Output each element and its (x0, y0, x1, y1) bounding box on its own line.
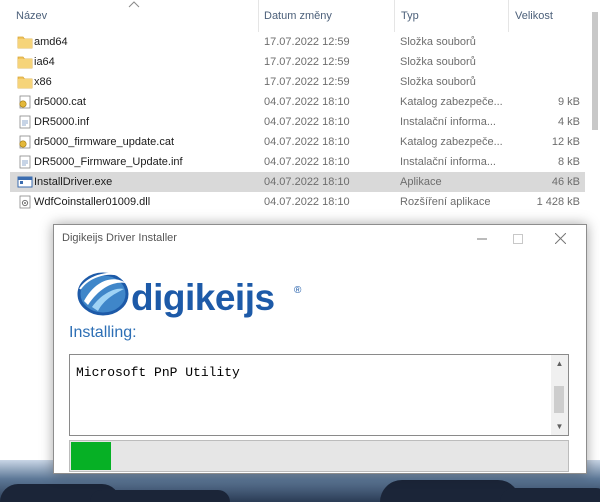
file-row[interactable]: DR5000_Firmware_Update.inf 04.07.2022 18:… (10, 152, 585, 172)
maximize-button[interactable] (500, 225, 536, 252)
column-divider (258, 0, 259, 32)
scroll-up-arrow-icon[interactable]: ▲ (551, 355, 568, 372)
file-name: DR5000_Firmware_Update.inf (34, 156, 183, 168)
file-row[interactable]: amd64 17.07.2022 12:59 Složka souborů (10, 32, 585, 52)
folder-icon (17, 35, 33, 49)
registered-mark: ® (294, 285, 302, 296)
file-type: Instalační informa... (400, 116, 496, 128)
installer-window: Digikeijs Driver Installer digikeijs ® I… (53, 224, 587, 474)
column-date[interactable]: Datum změny (264, 10, 332, 22)
file-size: 9 kB (557, 96, 580, 108)
sort-ascending-icon (128, 1, 140, 8)
column-divider (394, 0, 395, 32)
installing-label: Installing: (69, 324, 137, 341)
progress-fill (71, 442, 111, 470)
file-size: 1 428 kB (536, 196, 580, 208)
file-date: 17.07.2022 12:59 (264, 76, 350, 88)
scrollbar-thumb[interactable] (592, 12, 598, 130)
file-size: 46 kB (551, 176, 580, 188)
column-size[interactable]: Velikost (515, 10, 553, 22)
file-type: Katalog zabezpeče... (400, 136, 503, 148)
setup-info-icon (17, 115, 33, 129)
close-icon (554, 233, 566, 244)
file-row[interactable]: WdfCoinstaller01009.dll 04.07.2022 18:10 R… (10, 192, 585, 212)
security-catalog-icon (17, 95, 33, 109)
file-type: Instalační informa... (400, 156, 496, 168)
maximize-icon (513, 233, 523, 244)
file-name: ia64 (34, 56, 55, 68)
file-size: 12 kB (551, 136, 580, 148)
file-name: dr5000.cat (34, 96, 86, 108)
folder-icon (17, 75, 33, 89)
file-type: Složka souborů (400, 56, 476, 68)
file-date: 04.07.2022 18:10 (264, 156, 350, 168)
file-name: x86 (34, 76, 52, 88)
minimize-button[interactable] (464, 225, 500, 252)
digikeijs-logo: digikeijs ® (74, 265, 301, 327)
vertical-scrollbar[interactable] (590, 0, 600, 470)
digikeijs-emblem-icon (77, 272, 129, 316)
window-title: Digikeijs Driver Installer (62, 232, 177, 244)
file-type: Složka souborů (400, 36, 476, 48)
column-type[interactable]: Typ (401, 10, 419, 22)
install-progress-bar (69, 440, 569, 472)
output-text: Microsoft PnP Utility (76, 365, 240, 380)
minimize-icon (477, 238, 487, 239)
application-icon (17, 175, 33, 189)
file-type: Katalog zabezpeče... (400, 96, 503, 108)
file-row[interactable]: dr5000.cat 04.07.2022 18:10 Katalog zabezp… (10, 92, 585, 112)
file-date: 04.07.2022 18:10 (264, 196, 350, 208)
file-date: 17.07.2022 12:59 (264, 56, 350, 68)
folder-icon (17, 55, 33, 69)
file-type: Aplikace (400, 176, 442, 188)
file-date: 04.07.2022 18:10 (264, 176, 350, 188)
file-type: Složka souborů (400, 76, 476, 88)
output-textbox[interactable]: Microsoft PnP Utility ▲ ▼ (69, 354, 569, 436)
title-bar[interactable]: Digikeijs Driver Installer (54, 225, 586, 252)
column-header-bar: Název Datum změny Typ Velikost (0, 0, 600, 32)
security-catalog-icon (17, 135, 33, 149)
close-button[interactable] (542, 225, 578, 252)
file-size: 4 kB (557, 116, 580, 128)
file-row[interactable]: InstallDriver.exe 04.07.2022 18:10 Aplikac… (10, 172, 585, 192)
file-row[interactable]: DR5000.inf 04.07.2022 18:10 Instalační inf… (10, 112, 585, 132)
file-name: WdfCoinstaller01009.dll (34, 196, 151, 208)
dll-icon (17, 195, 33, 209)
file-row[interactable]: dr5000_firmware_update.cat 04.07.2022 18:… (10, 132, 585, 152)
scroll-down-arrow-icon[interactable]: ▼ (551, 418, 568, 435)
file-row[interactable]: x86 17.07.2022 12:59 Složka souborů (10, 72, 585, 92)
file-type: Rozšíření aplikace (400, 196, 491, 208)
file-date: 04.07.2022 18:10 (264, 116, 350, 128)
brand-wordmark: digikeijs (131, 277, 275, 318)
output-scrollbar[interactable]: ▲ ▼ (551, 355, 568, 435)
file-date: 17.07.2022 12:59 (264, 36, 350, 48)
file-name: DR5000.inf (34, 116, 90, 128)
file-row[interactable]: ia64 17.07.2022 12:59 Složka souborů (10, 52, 585, 72)
file-date: 04.07.2022 18:10 (264, 96, 350, 108)
column-divider (508, 0, 509, 32)
file-name: dr5000_firmware_update.cat (34, 136, 175, 148)
scrollbar-thumb[interactable] (554, 386, 564, 413)
file-name: amd64 (34, 36, 68, 48)
file-name: InstallDriver.exe (34, 176, 113, 188)
setup-info-icon (17, 155, 33, 169)
file-size: 8 kB (557, 156, 580, 168)
column-name[interactable]: Název (16, 10, 47, 22)
file-date: 04.07.2022 18:10 (264, 136, 350, 148)
